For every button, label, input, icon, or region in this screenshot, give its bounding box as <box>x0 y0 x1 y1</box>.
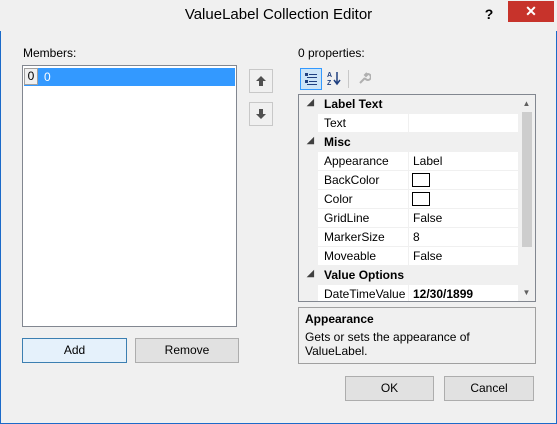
description-title: Appearance <box>305 312 374 326</box>
move-down-button[interactable] <box>249 102 273 126</box>
category-name: Misc <box>324 135 351 149</box>
property-grid[interactable]: ◢ Label Text Text ◢ Misc Appearance Labe… <box>298 94 536 302</box>
move-up-button[interactable] <box>249 69 273 93</box>
arrow-down-icon <box>256 109 266 119</box>
svg-text:A: A <box>327 72 332 79</box>
category-name: Value Options <box>324 268 405 282</box>
row-margin <box>299 228 318 247</box>
properties-label: 0 properties: <box>298 46 365 60</box>
property-name: Appearance <box>318 152 409 171</box>
members-label: Members: <box>23 46 77 60</box>
property-row-appearance[interactable]: Appearance Label <box>299 152 518 171</box>
ok-button[interactable]: OK <box>345 376 434 401</box>
property-name: Color <box>318 190 409 209</box>
row-margin <box>299 171 318 190</box>
property-name: Text <box>318 114 409 133</box>
property-value[interactable] <box>409 190 518 209</box>
svg-text:Z: Z <box>327 80 332 86</box>
member-name: 0 <box>44 70 51 84</box>
row-margin <box>299 285 318 301</box>
wrench-icon <box>359 72 372 84</box>
property-row-markersize[interactable]: MarkerSize 8 <box>299 228 518 247</box>
title-bar[interactable]: ValueLabel Collection Editor ? ✕ <box>0 0 557 31</box>
cancel-button[interactable]: Cancel <box>444 376 534 401</box>
property-name: DateTimeValue <box>318 285 409 301</box>
description-panel: Appearance Gets or sets the appearance o… <box>298 307 536 364</box>
property-value[interactable] <box>409 171 518 190</box>
scroll-up-icon[interactable]: ▲ <box>518 95 535 112</box>
property-name: GridLine <box>318 209 409 228</box>
arrow-up-icon <box>256 76 266 86</box>
property-name: MarkerSize <box>318 228 409 247</box>
property-name: BackColor <box>318 171 409 190</box>
member-index: 0 <box>24 68 38 85</box>
row-margin <box>299 190 318 209</box>
property-row-backcolor[interactable]: BackColor <box>299 171 518 190</box>
add-button[interactable]: Add <box>22 338 127 363</box>
category-name: Label Text <box>324 97 383 111</box>
row-margin <box>299 247 318 266</box>
toolbar-separator <box>348 70 349 88</box>
alphabetical-button[interactable]: A Z <box>323 68 345 90</box>
description-text: Gets or sets the appearance of ValueLabe… <box>305 330 470 358</box>
property-value[interactable]: 8 <box>409 228 518 247</box>
color-swatch <box>412 173 430 187</box>
collapse-arrow-icon[interactable]: ◢ <box>307 97 314 108</box>
scroll-thumb[interactable] <box>522 112 532 247</box>
members-list[interactable]: 0 0 <box>22 65 237 327</box>
row-margin <box>299 114 318 133</box>
property-row-color[interactable]: Color <box>299 190 518 209</box>
row-margin <box>299 209 318 228</box>
alphabetical-icon: A Z <box>327 72 341 87</box>
property-value[interactable]: 12/30/1899 <box>409 285 518 301</box>
property-row-gridline[interactable]: GridLine False <box>299 209 518 228</box>
category-label-text[interactable]: ◢ Label Text <box>299 95 518 114</box>
category-value-options[interactable]: ◢ Value Options <box>299 266 518 285</box>
collapse-arrow-icon[interactable]: ◢ <box>307 268 314 279</box>
list-item[interactable]: 0 0 <box>24 68 235 86</box>
vertical-scrollbar[interactable]: ▲ ▼ <box>518 95 535 301</box>
color-swatch <box>412 192 430 206</box>
categorized-button[interactable] <box>300 68 322 90</box>
property-pages-button[interactable] <box>353 68 375 90</box>
property-row-datetimevalue[interactable]: DateTimeValue 12/30/1899 <box>299 285 518 301</box>
help-button[interactable]: ? <box>474 3 504 25</box>
property-value[interactable]: False <box>409 247 518 266</box>
close-icon: ✕ <box>525 3 537 19</box>
property-value[interactable] <box>409 114 518 133</box>
property-row-moveable[interactable]: Moveable False <box>299 247 518 266</box>
property-row-text[interactable]: Text <box>299 114 518 133</box>
categorized-icon <box>305 73 317 85</box>
collapse-arrow-icon[interactable]: ◢ <box>307 135 314 146</box>
row-margin <box>299 152 318 171</box>
property-value[interactable]: Label <box>409 152 518 171</box>
property-value[interactable]: False <box>409 209 518 228</box>
category-misc[interactable]: ◢ Misc <box>299 133 518 152</box>
scroll-down-icon[interactable]: ▼ <box>518 284 535 301</box>
property-name: Moveable <box>318 247 409 266</box>
remove-button[interactable]: Remove <box>135 338 239 363</box>
close-button[interactable]: ✕ <box>508 1 554 22</box>
